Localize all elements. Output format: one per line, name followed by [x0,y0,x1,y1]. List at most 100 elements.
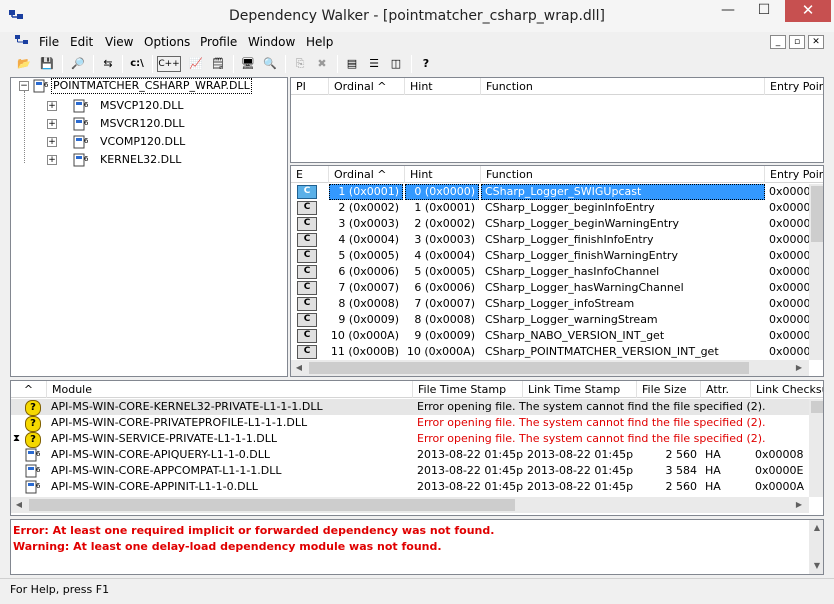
mdi-restore-button[interactable]: ▫ [789,35,805,49]
module-row[interactable]: 6 API-MS-WIN-CORE-APPCOMPAT-L1-1-1.DLL 201… [11,463,809,479]
export-row[interactable]: C 8 (0x0008) 7 (0x0007) CSharp_Logger_infoS… [291,296,809,312]
cpp-undecorate-icon[interactable]: C++ [157,56,181,72]
menu-file[interactable]: File [35,32,63,52]
export-hint: 9 (0x0009) [414,329,475,342]
header-function[interactable]: Function [481,166,765,183]
maximize-button[interactable]: ☐ [746,0,782,22]
chart-icon[interactable]: 📈 [186,55,206,73]
document-icon[interactable] [14,34,32,48]
modules-horizontal-scrollbar[interactable]: ◀ ▶ [11,497,809,513]
minimize-button[interactable]: — [710,0,746,22]
mdi-close-button[interactable]: ✕ [808,35,824,49]
modules-vertical-scrollbar[interactable] [809,399,823,497]
menu-options[interactable]: Options [140,32,194,52]
scroll-up-arrow[interactable]: ▲ [809,520,823,536]
exports-vertical-scrollbar[interactable] [809,184,823,360]
module-row[interactable]: ? API-MS-WIN-CORE-KERNEL32-PRIVATE-L1-1-1… [11,399,809,416]
menu-help[interactable]: Help [302,32,337,52]
export-row[interactable]: C 11 (0x000B) 10 (0x000A) CSharp_POINTMATCH… [291,344,809,360]
cascade-icon[interactable]: ▤ [342,55,362,73]
tile-vertical-icon[interactable]: ◫ [386,55,406,73]
header-pi[interactable]: PI [291,78,329,95]
header-link-checksum[interactable]: Link Checksum [751,381,823,398]
export-row[interactable]: C 7 (0x0007) 6 (0x0006) CSharp_Logger_hasWa… [291,280,809,296]
properties-icon[interactable]: 🗒 [208,55,228,73]
export-row[interactable]: C 3 (0x0003) 2 (0x0002) CSharp_Logger_begin… [291,216,809,232]
c-path-icon[interactable]: c:\ [127,55,147,73]
module-row[interactable]: 6 API-MS-WIN-CORE-APPINIT-L1-1-0.DLL 2013-… [11,479,809,495]
header-ordinal[interactable]: Ordinal ^ [329,78,405,95]
header-file-size[interactable]: File Size [637,381,701,398]
header-hint[interactable]: Hint [405,78,481,95]
copy-icon[interactable]: ⎘ [290,55,310,73]
export-row[interactable]: C 4 (0x0004) 3 (0x0003) CSharp_Logger_finis… [291,232,809,248]
scroll-right-arrow[interactable]: ▶ [791,497,807,513]
tree-root-label[interactable]: POINTMATCHER_CSHARP_WRAP.DLL [51,78,252,94]
scroll-left-arrow[interactable]: ◀ [291,360,307,376]
tree-item-msvcr120[interactable]: MSVCR120.DLL [100,116,185,132]
module-row[interactable]: ? API-MS-WIN-CORE-PRIVATEPROFILE-L1-1-1.D… [11,415,809,432]
header-file-time-stamp[interactable]: File Time Stamp [413,381,523,398]
tree-item-msvcp120[interactable]: MSVCP120.DLL [100,98,184,114]
module-icon: 6 [73,117,89,131]
find-icon[interactable]: 🔎 [68,55,88,73]
menu-view[interactable]: View [101,32,137,52]
stop-icon[interactable]: ✖ [312,55,332,73]
expand-toggle[interactable]: + [47,119,57,129]
view-module-icon[interactable]: 🔍 [260,55,280,73]
module-row[interactable]: 6 API-MS-WIN-CORE-APIQUERY-L1-1-0.DLL 2013… [11,447,809,463]
header-ordinal[interactable]: Ordinal ^ [329,166,405,183]
export-hint: 4 (0x0004) [414,249,475,262]
context-help-icon[interactable]: ? [416,55,436,73]
exports-horizontal-scrollbar[interactable]: ◀ ▶ [291,360,809,376]
mdi-minimize-button[interactable]: _ [770,35,786,49]
module-tree-pane[interactable]: − 6 POINTMATCHER_CSHARP_WRAP.DLL + 6 MSV… [10,77,288,377]
header-sort[interactable]: ^ [11,381,47,398]
export-row[interactable]: C 6 (0x0006) 5 (0x0005) CSharp_Logger_hasIn… [291,264,809,280]
save-icon[interactable]: 💾 [37,55,57,73]
system-info-icon[interactable]: 🖥 [238,55,258,73]
scroll-thumb[interactable] [811,186,823,242]
header-e[interactable]: E [291,166,329,183]
full-paths-icon[interactable]: ⇆ [98,55,118,73]
menu-window[interactable]: Window [244,32,299,52]
export-row[interactable]: C 2 (0x0002) 1 (0x0001) CSharp_Logger_begin… [291,200,809,216]
open-folder-icon[interactable]: 📂 [14,55,34,73]
tree-item-vcomp120[interactable]: VCOMP120.DLL [100,134,185,150]
parent-imports-pane[interactable]: PI Ordinal ^ Hint Function Entry Point [290,77,824,163]
tile-horizontal-icon[interactable]: ☰ [364,55,384,73]
module-file-time-stamp: 2013-08-22 01:45p [417,464,523,477]
module-link-time-stamp: 2013-08-22 01:45p [527,464,634,477]
header-function[interactable]: Function [481,78,765,95]
scroll-left-arrow[interactable]: ◀ [11,497,27,513]
expand-toggle[interactable]: + [47,155,57,165]
scroll-thumb[interactable] [309,362,749,374]
menu-edit[interactable]: Edit [66,32,97,52]
export-row[interactable]: C 9 (0x0009) 8 (0x0008) CSharp_Logger_warni… [291,312,809,328]
menu-profile[interactable]: Profile [196,32,241,52]
collapse-toggle[interactable]: − [19,81,29,91]
header-hint[interactable]: Hint [405,166,481,183]
export-row[interactable]: C 10 (0x000A) 9 (0x0009) CSharp_NABO_VERSIO… [291,328,809,344]
header-entry-point[interactable]: Entry Point [765,78,823,95]
log-pane[interactable]: Error: At least one required implicit or… [10,519,824,575]
expand-toggle[interactable]: + [47,137,57,147]
module-row[interactable]: ⧗? API-MS-WIN-SERVICE-PRIVATE-L1-1-1.DLL E… [11,431,809,448]
log-vertical-scrollbar[interactable]: ▲ ▼ [809,520,823,574]
scroll-right-arrow[interactable]: ▶ [791,360,807,376]
export-ordinal: 7 (0x0007) [338,281,399,294]
scroll-down-arrow[interactable]: ▼ [809,558,823,574]
header-module[interactable]: Module [47,381,413,398]
export-row[interactable]: C 1 (0x0001) 0 (0x0000) CSharp_Logger_SWIGU… [291,184,809,200]
header-link-time-stamp[interactable]: Link Time Stamp [523,381,637,398]
header-attr[interactable]: Attr. [701,381,751,398]
scroll-thumb[interactable] [811,401,823,413]
exports-pane[interactable]: E Ordinal ^ Hint Function Entry Point C1… [290,165,824,377]
scroll-thumb[interactable] [29,499,515,511]
expand-toggle[interactable]: + [47,101,57,111]
module-list-pane[interactable]: ^ Module File Time Stamp Link Time Stamp… [10,380,824,516]
export-row[interactable]: C 5 (0x0005) 4 (0x0004) CSharp_Logger_finis… [291,248,809,264]
tree-item-kernel32[interactable]: KERNEL32.DLL [100,152,181,168]
header-entry-point[interactable]: Entry Point [765,166,823,183]
close-button[interactable]: ✕ [785,0,831,22]
